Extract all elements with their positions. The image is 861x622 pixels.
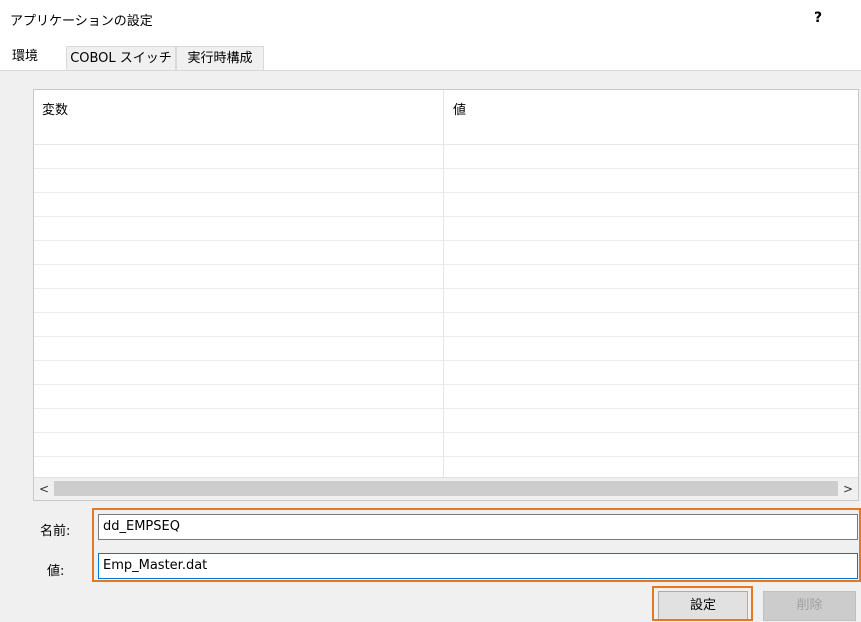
tab-runtime-config[interactable]: 実行時構成	[176, 46, 264, 70]
grid-row-line	[34, 216, 858, 217]
column-header-variable[interactable]: 変数	[42, 99, 68, 118]
grid-row-line	[34, 336, 858, 337]
grid-row-line	[34, 168, 858, 169]
chevron-left-icon[interactable]: <	[34, 479, 54, 499]
tab-cobol-switch[interactable]: COBOL スイッチ	[66, 46, 176, 70]
grid-row-line	[34, 408, 858, 409]
value-input[interactable]: Emp_Master.dat	[98, 553, 858, 579]
grid-row-line	[34, 312, 858, 313]
name-label: 名前:	[40, 524, 71, 539]
set-button[interactable]: 設定	[658, 591, 748, 621]
grid-row-line	[34, 288, 858, 289]
grid-row-line	[34, 192, 858, 193]
column-header-value[interactable]: 値	[453, 99, 466, 118]
grid-row-line	[34, 264, 858, 265]
name-input[interactable]: dd_EMPSEQ	[98, 514, 858, 540]
value-label: 値:	[47, 564, 65, 579]
grid-row-line	[34, 384, 858, 385]
horizontal-scrollbar[interactable]: < >	[34, 477, 858, 500]
scroll-thumb[interactable]	[54, 481, 838, 496]
column-divider	[443, 90, 444, 480]
grid-row-line	[34, 240, 858, 241]
chevron-right-icon[interactable]: >	[838, 479, 858, 499]
delete-button[interactable]: 削除	[763, 591, 856, 621]
grid-row-line	[34, 432, 858, 433]
window-title: アプリケーションの設定	[10, 14, 153, 29]
grid-row-line	[34, 360, 858, 361]
variables-grid[interactable]: 変数 値 < >	[33, 89, 859, 501]
grid-row-line	[34, 456, 858, 457]
help-button[interactable]: ?	[814, 10, 822, 26]
grid-header: 変数 値	[34, 90, 858, 145]
tab-strip: 環境 COBOL スイッチ 実行時構成	[0, 44, 861, 70]
tab-environment[interactable]: 環境	[0, 44, 66, 70]
